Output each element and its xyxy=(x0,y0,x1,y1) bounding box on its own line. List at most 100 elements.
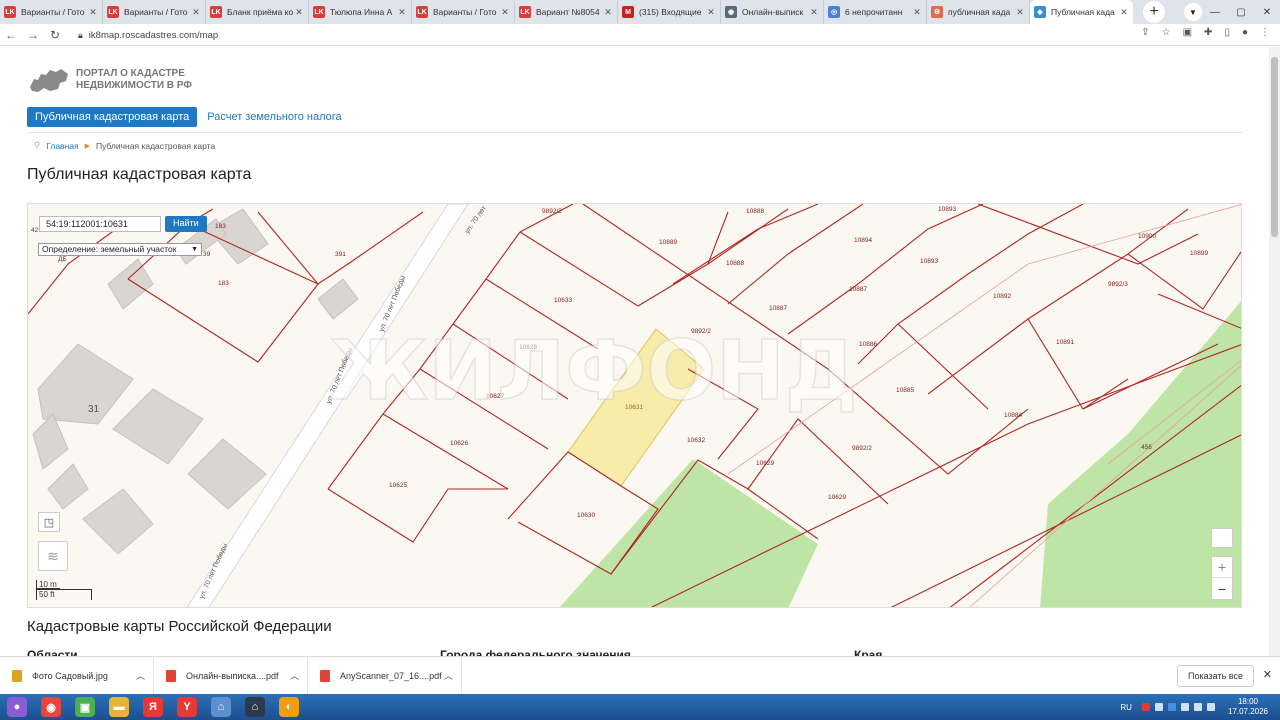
parcel-label[interactable]: 10887 xyxy=(849,286,867,293)
cadastral-map[interactable]: 9892/2 10888 10893 10889 10894 10900 10899 1088… xyxy=(27,203,1242,608)
fullscreen-button[interactable] xyxy=(1211,528,1233,548)
parcel-label[interactable]: 9892/3 xyxy=(1108,281,1128,288)
tab-close-icon[interactable]: ✕ xyxy=(397,7,407,18)
site-logo[interactable]: ПОРТАЛ О КАДАСТРЕ НЕДВИЖИМОСТИ В РФ xyxy=(28,65,192,95)
parcel-label[interactable]: 10892 xyxy=(993,293,1011,300)
parcel-label[interactable]: 183 xyxy=(218,280,229,287)
parcel-label[interactable]: 10893 xyxy=(938,206,956,213)
back-icon[interactable]: ← xyxy=(0,28,22,42)
chrome-icon[interactable]: ◉ xyxy=(34,694,68,720)
parcel-label[interactable]: 10887 xyxy=(769,305,787,312)
parcel-label[interactable]: 9892/2 xyxy=(542,208,562,215)
reload-icon[interactable]: ↻ xyxy=(44,28,66,42)
network-icon[interactable] xyxy=(1193,703,1202,711)
breadcrumb-home[interactable]: Главная xyxy=(46,141,78,151)
parcel-label[interactable]: ДЕ xyxy=(58,256,67,263)
tab-close-icon[interactable]: ✕ xyxy=(88,7,98,18)
parcel-label[interactable]: 39 xyxy=(203,251,211,258)
parcel-label[interactable]: 391 xyxy=(335,251,346,258)
chevron-up-icon[interactable]: ︿ xyxy=(290,669,299,682)
parcel-label[interactable]: 42 xyxy=(31,227,39,234)
sidebar-icon[interactable]: ▯ xyxy=(1224,27,1230,38)
parcel-label[interactable]: 10893 xyxy=(920,258,938,265)
tab-close-icon[interactable]: ✕ xyxy=(912,7,922,18)
browser-tab[interactable]: LK Вариант №8054 ✕ xyxy=(515,0,618,24)
parcel-label[interactable]: 10900 xyxy=(1138,233,1156,240)
parcel-label[interactable]: 10884 xyxy=(1004,412,1022,419)
browser-tab[interactable]: M (315) Входящие ✕ xyxy=(618,0,721,24)
browser-tab[interactable]: LK Бланк приёма ко ✕ xyxy=(206,0,309,24)
profile-icon[interactable]: ● xyxy=(1242,27,1248,38)
parcel-label[interactable]: 10886 xyxy=(859,341,877,348)
tray-app-icon[interactable] xyxy=(1154,703,1163,711)
clock[interactable]: 18:00 17.07.2026 xyxy=(1228,697,1268,717)
parcel-label[interactable]: 10891 xyxy=(1056,339,1074,346)
tab-close-icon[interactable]: ✕ xyxy=(500,7,510,18)
parcel-label[interactable]: 10633 xyxy=(554,297,572,304)
tab-close-icon[interactable]: ✕ xyxy=(294,7,304,18)
parcel-label[interactable]: 456 xyxy=(1141,444,1152,451)
tab-close-icon[interactable]: ✕ xyxy=(706,7,716,18)
folder-icon[interactable]: ▬ xyxy=(102,694,136,720)
tray-app-icon[interactable] xyxy=(1180,703,1189,711)
download-item[interactable]: AnyScanner_07_16....pdf ︿ xyxy=(308,656,462,695)
browser-tab[interactable]: LK Варианты / Гото ✕ xyxy=(412,0,515,24)
start-orb-icon[interactable]: ● xyxy=(0,694,34,720)
orange-app-icon[interactable]: ◐ xyxy=(272,694,306,720)
parcel-label[interactable]: 10894 xyxy=(854,237,872,244)
tray-app-icon[interactable] xyxy=(1141,703,1150,711)
yandex-browser-icon[interactable]: Y xyxy=(170,694,204,720)
home-app-icon[interactable]: ⌂ xyxy=(204,694,238,720)
parcel-label[interactable]: 10629 xyxy=(828,494,846,501)
parcel-label[interactable]: 10625 xyxy=(389,482,407,489)
nav-land-tax[interactable]: Расчет земельного налога xyxy=(207,111,341,123)
browser-tab[interactable]: LK Тюлюпа Инна А ✕ xyxy=(309,0,412,24)
chevron-up-icon[interactable]: ︿ xyxy=(444,669,453,682)
download-item[interactable]: Онлайн-выписка....pdf ︿ xyxy=(154,656,308,695)
parcel-label[interactable]: 10629 xyxy=(756,460,774,467)
browser-tab[interactable]: ◉ Онлайн-выписк ✕ xyxy=(721,0,824,24)
window-close-icon[interactable]: ✕ xyxy=(1254,0,1280,24)
url-field[interactable]: 🔒︎ ik8map.roscadastres.com/map xyxy=(78,27,1108,43)
browser-tab[interactable]: ◆ Публичная када ✕ xyxy=(1030,0,1133,24)
yandex-icon[interactable]: Я xyxy=(136,694,170,720)
language-indicator[interactable]: RU xyxy=(1120,703,1132,712)
tab-close-icon[interactable]: ✕ xyxy=(191,7,201,18)
crop-tool-button[interactable]: ◳ xyxy=(38,512,60,532)
page-scrollbar[interactable] xyxy=(1269,47,1280,656)
parcel-label[interactable]: 10889 xyxy=(659,239,677,246)
tab-close-icon[interactable]: ✕ xyxy=(1119,7,1129,18)
parcel-label[interactable]: 10888 xyxy=(726,260,744,267)
menu-dots-icon[interactable]: ⋮ xyxy=(1260,27,1270,38)
parcel-label[interactable]: 10899 xyxy=(1190,250,1208,257)
parcel-label[interactable]: 10626 xyxy=(450,440,468,447)
share-icon[interactable]: ⇪ xyxy=(1141,27,1149,38)
parcel-label[interactable]: 10632 xyxy=(687,437,705,444)
chevron-up-icon[interactable]: ︿ xyxy=(136,669,145,682)
tab-search-icon[interactable]: ▼ xyxy=(1184,3,1202,21)
browser-tab[interactable]: LK Варианты / Гото ✕ xyxy=(0,0,103,24)
nav-cadastral-map[interactable]: Публичная кадастровая карта xyxy=(27,107,198,127)
scrollbar-thumb[interactable] xyxy=(1271,57,1278,237)
parcel-label[interactable]: 9892/2 xyxy=(852,445,872,452)
tab-close-icon[interactable]: ✕ xyxy=(1015,7,1025,18)
zoom-in-button[interactable]: + xyxy=(1212,557,1232,578)
definition-select[interactable]: Определение: земельный участок ▼ xyxy=(38,243,202,256)
parcel-label[interactable]: 10888 xyxy=(746,208,764,215)
tab-close-icon[interactable]: ✕ xyxy=(603,7,613,18)
parcel-label[interactable]: 10630 xyxy=(577,512,595,519)
volume-icon[interactable] xyxy=(1206,703,1215,711)
zoom-out-button[interactable]: − xyxy=(1212,578,1232,599)
close-icon[interactable]: ✕ xyxy=(1263,668,1272,681)
search-button[interactable]: Найти xyxy=(165,216,207,232)
parcel-label[interactable]: 10885 xyxy=(896,387,914,394)
cadastral-number-input[interactable]: 54:19:112001:10631 xyxy=(39,216,161,232)
parcel-label[interactable]: 183 xyxy=(215,223,226,230)
tray-app-icon[interactable] xyxy=(1167,703,1176,711)
browser-tab[interactable]: LK Варианты / Гото ✕ xyxy=(103,0,206,24)
new-tab-button[interactable]: + xyxy=(1143,1,1165,23)
forward-icon[interactable]: → xyxy=(22,28,44,42)
bookmark-star-icon[interactable]: ☆ xyxy=(1162,27,1171,38)
browser-tab[interactable]: ⚙ публичная када ✕ xyxy=(927,0,1030,24)
house-icon[interactable]: ⌂ xyxy=(238,694,272,720)
